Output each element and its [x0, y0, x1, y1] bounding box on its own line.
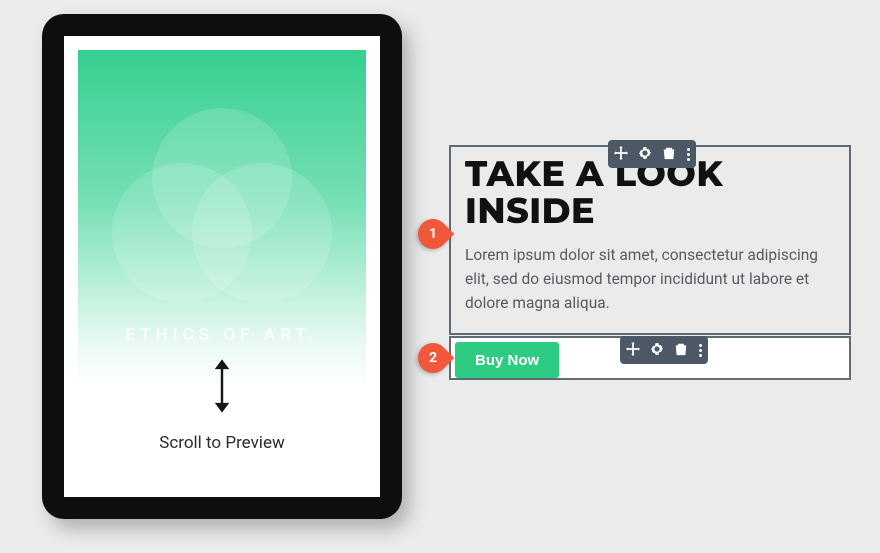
trash-icon[interactable] — [674, 341, 688, 360]
move-icon[interactable] — [626, 341, 640, 360]
move-icon[interactable] — [614, 145, 628, 164]
module-toolbar-text[interactable] — [608, 140, 696, 168]
tablet-frame: ETHICS OF ART. Scroll to Preview — [42, 14, 402, 519]
gear-icon[interactable] — [638, 145, 652, 164]
scroll-label: Scroll to Preview — [78, 433, 366, 453]
gear-icon[interactable] — [650, 341, 664, 360]
step-badge-2: 2 — [412, 337, 454, 379]
step-badge-1: 1 — [412, 213, 454, 255]
module-toolbar-button[interactable] — [620, 336, 708, 364]
trash-icon[interactable] — [662, 145, 676, 164]
venn-diagram — [112, 108, 332, 308]
module-body: Lorem ipsum dolor sit amet, consectetur … — [465, 243, 835, 315]
book-cover[interactable]: ETHICS OF ART. Scroll to Preview — [78, 50, 366, 483]
tablet-screen: ETHICS OF ART. Scroll to Preview — [64, 36, 380, 497]
cover-title: ETHICS OF ART. — [78, 325, 366, 345]
more-icon[interactable] — [686, 148, 690, 161]
scroll-arrow-icon — [207, 357, 237, 415]
text-module[interactable]: TAKE A LOOK INSIDE Lorem ipsum dolor sit… — [449, 145, 851, 335]
buy-now-button[interactable]: Buy Now — [455, 342, 559, 378]
more-icon[interactable] — [698, 344, 702, 357]
